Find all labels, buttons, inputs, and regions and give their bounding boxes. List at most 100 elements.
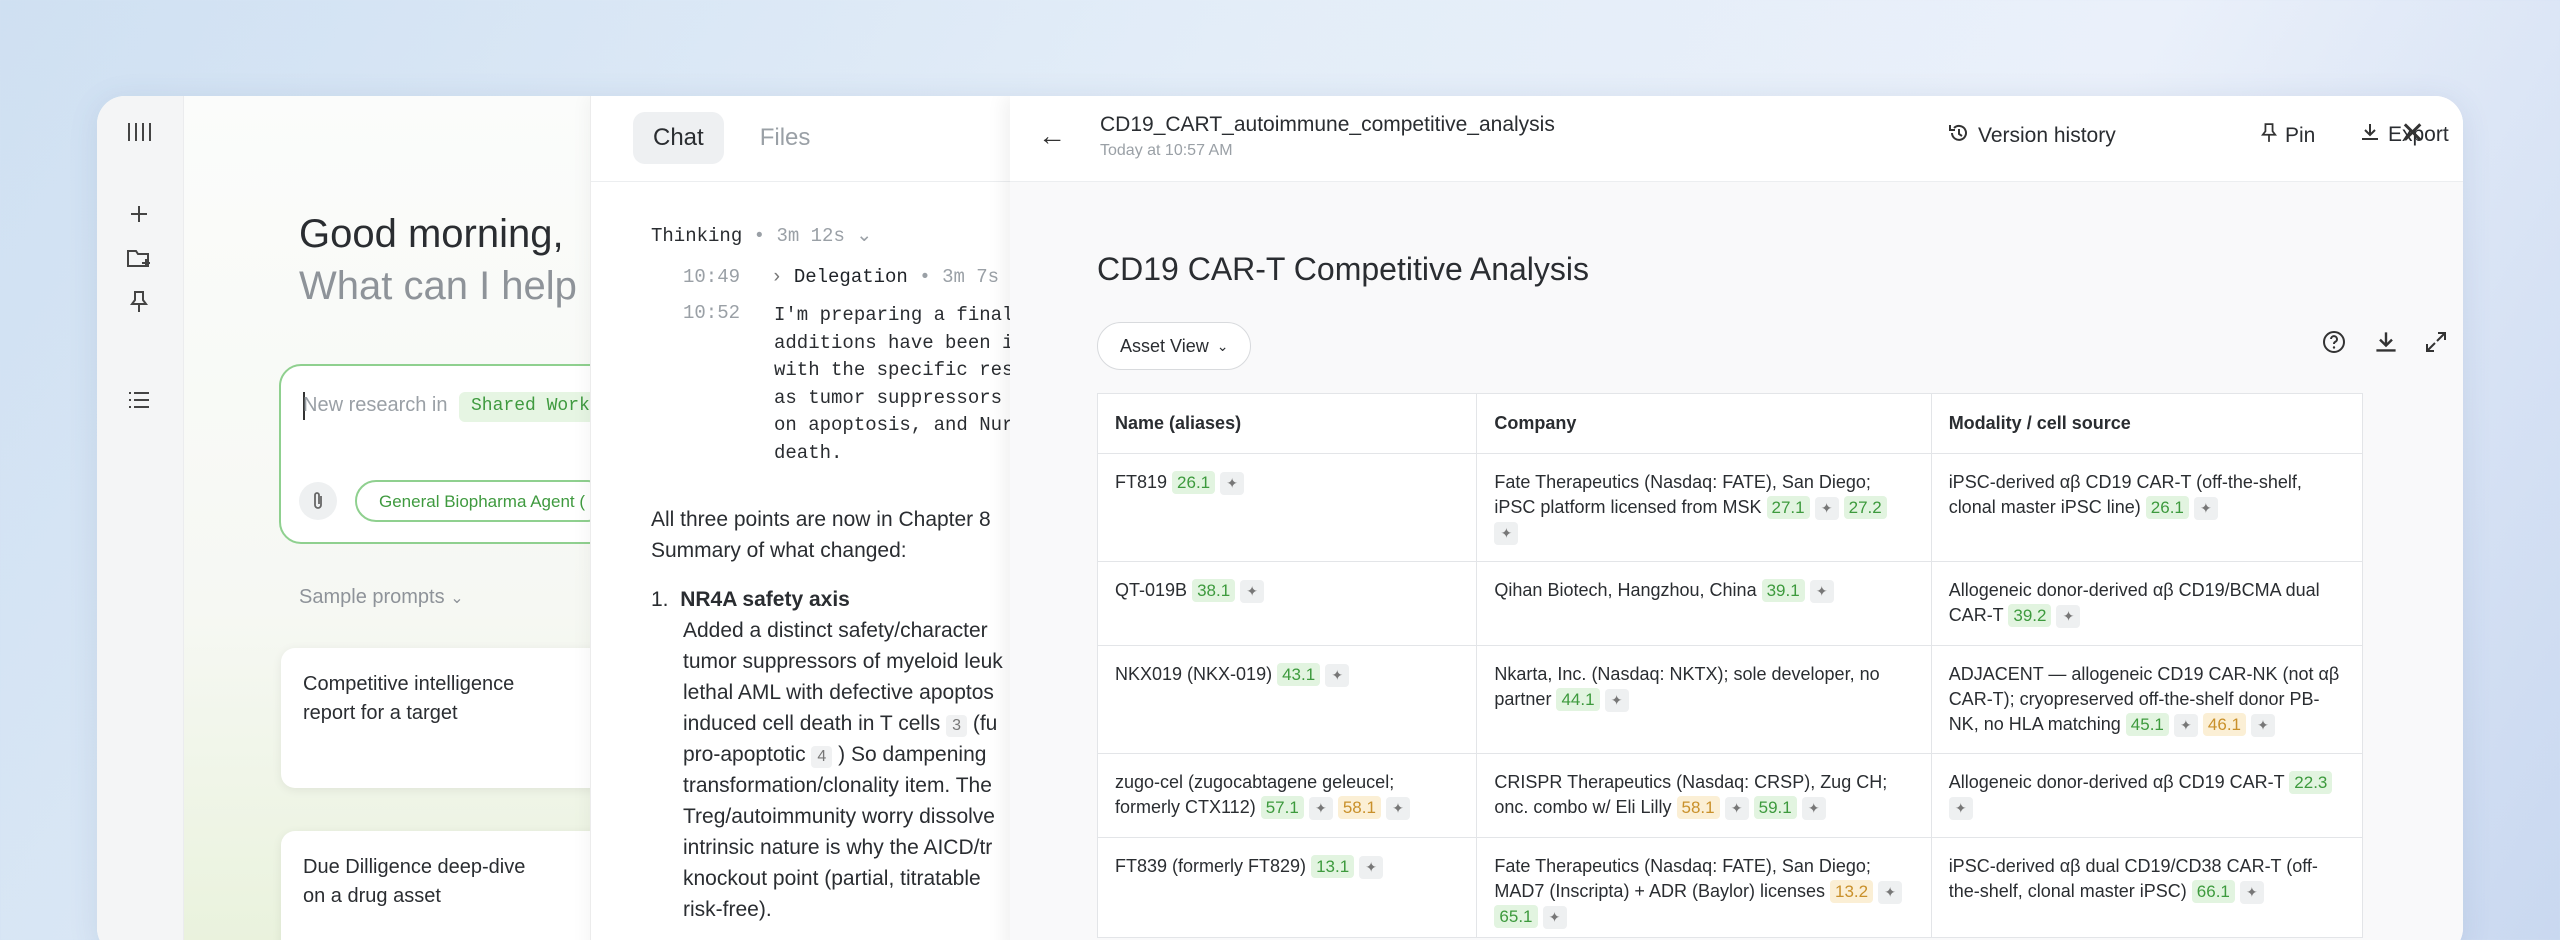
close-icon[interactable]: ✕ [2400,116,2425,151]
score-badge[interactable]: 26.1 [1172,471,1216,494]
score-badge[interactable]: 22.3 [2289,771,2333,794]
citation-badge[interactable]: 4 [811,746,833,768]
sparkle-icon[interactable]: ✦ [1814,497,1839,520]
table-row: zugo-cel (zugocabtagene geleucel; former… [1098,754,2362,838]
score-badge[interactable]: 45.1 [2125,713,2169,736]
sparkle-icon[interactable]: ✦ [1220,472,1245,495]
score-badge[interactable]: 57.1 [1260,796,1304,819]
pin-icon[interactable] [117,284,161,320]
delegation-row[interactable]: 10:49 › Delegation • 3m 7s [683,266,999,288]
row-time: 10:49 [683,266,741,288]
table-cell[interactable]: FT839 (formerly FT829) 13.1 ✦ [1098,838,1478,937]
score-badge[interactable]: 43.1 [1277,663,1321,686]
sparkle-icon[interactable]: ✦ [1325,664,1350,687]
greeting-prompt: What can I help [299,264,577,308]
table-row: FT819 26.1 ✦ Fate Therapeutics (Nasdaq: F… [1098,454,2362,562]
table-cell[interactable]: Nkarta, Inc. (Nasdaq: NKTX); sole develo… [1477,646,1932,753]
score-badge[interactable]: 38.1 [1192,579,1236,602]
pin-icon [2261,122,2277,150]
score-badge[interactable]: 59.1 [1753,796,1797,819]
sparkle-icon[interactable]: ✦ [1724,797,1749,820]
sparkle-icon[interactable]: ✦ [1542,906,1567,929]
column-header[interactable]: Modality / cell source [1932,394,2362,453]
sidebar-toggle-icon[interactable] [117,114,161,150]
card-text: Competitive intelligence report for a ta… [303,673,515,724]
text-line: All three points are now in Chapter 8 [651,508,991,531]
sparkle-icon[interactable]: ✦ [2239,881,2264,904]
agent-selector[interactable]: General Biopharma Agent ( [355,480,610,522]
sparkle-icon[interactable]: ✦ [1878,881,1903,904]
chevron-right-icon: › [771,266,783,288]
column-header[interactable]: Company [1477,394,1932,453]
back-arrow-icon[interactable]: ← [1038,120,1066,152]
sparkle-icon[interactable]: ✦ [1359,856,1384,879]
tab-chat[interactable]: Chat [633,112,724,164]
table-cell[interactable]: Qihan Biotech, Hangzhou, China 39.1 ✦ [1477,562,1932,645]
table-cell[interactable]: zugo-cel (zugocabtagene geleucel; former… [1098,754,1478,837]
table-cell[interactable]: Allogeneic donor-derived αβ CD19/BCMA du… [1932,562,2362,645]
version-history-button[interactable]: Version history [1948,122,2116,150]
chevron-down-icon: ⌄ [1216,337,1229,354]
greeting-title: Good morning, [299,212,564,256]
table-cell[interactable]: iPSC-derived αβ CD19 CAR-T (off-the-shel… [1932,454,2362,561]
sparkle-icon[interactable]: ✦ [2056,605,2081,628]
list-icon[interactable] [117,382,161,418]
sparkle-icon[interactable]: ✦ [1494,522,1519,545]
tab-files[interactable]: Files [740,112,831,164]
table-cell[interactable]: Allogeneic donor-derived αβ CD19 CAR-T 2… [1932,754,2362,837]
sparkle-icon[interactable]: ✦ [1948,797,1973,820]
score-badge[interactable]: 66.1 [2191,880,2235,903]
text-line: death. [774,441,843,464]
score-badge[interactable]: 27.1 [1766,496,1810,519]
text-line: additions have been i [774,331,1014,354]
table-cell[interactable]: Fate Therapeutics (Nasdaq: FATE), San Di… [1477,838,1932,937]
thinking-toggle[interactable]: Thinking • 3m 12s ⌄ [651,224,872,247]
attach-icon[interactable] [299,482,337,520]
sparkle-icon[interactable]: ✦ [1385,797,1410,820]
sparkle-icon[interactable]: ✦ [1240,580,1265,603]
score-badge[interactable]: 46.1 [2202,713,2247,736]
sparkle-icon[interactable]: ✦ [1801,797,1826,820]
score-badge[interactable]: 13.2 [1830,880,1874,903]
score-badge[interactable]: 39.2 [2008,604,2052,627]
message-row: 10:52 [683,302,771,324]
sparkle-icon[interactable]: ✦ [1809,580,1834,603]
score-badge[interactable]: 44.1 [1556,688,1600,711]
score-badge[interactable]: 58.1 [1337,796,1381,819]
sparkle-icon[interactable]: ✦ [2173,714,2198,737]
sparkle-icon[interactable]: ✦ [1604,689,1629,712]
table-cell[interactable]: CRISPR Therapeutics (Nasdaq: CRSP), Zug … [1477,754,1932,837]
help-icon[interactable] [2322,330,2346,361]
sparkle-icon[interactable]: ✦ [2193,497,2218,520]
table-cell[interactable]: Fate Therapeutics (Nasdaq: FATE), San Di… [1477,454,1932,561]
asset-view-dropdown[interactable]: Asset View ⌄ [1097,322,1252,370]
table-cell[interactable]: FT819 26.1 ✦ [1098,454,1478,561]
text-line: induced cell death in T cells [683,712,941,735]
score-badge[interactable]: 65.1 [1494,905,1538,928]
text-line: transformation/clonality item. The [683,774,992,797]
cell-text: Qihan Biotech, Hangzhou, China [1494,580,1757,600]
download-icon[interactable] [2374,330,2398,361]
folder-add-icon[interactable] [117,240,161,276]
citation-badge[interactable]: 3 [946,715,967,737]
column-header[interactable]: Name (aliases) [1098,394,1478,453]
score-badge[interactable]: 13.1 [1311,855,1355,878]
sparkle-icon[interactable]: ✦ [2251,714,2276,737]
score-badge[interactable]: 26.1 [2145,496,2189,519]
table-cell[interactable]: NKX019 (NKX-019) 43.1 ✦ [1098,646,1478,753]
table-cell[interactable]: ADJACENT — allogeneic CD19 CAR-NK (not α… [1932,646,2362,753]
pin-button[interactable]: Pin [2261,122,2315,150]
plus-icon[interactable] [117,196,161,232]
table-row: QT-019B 38.1 ✦ Qihan Biotech, Hangzhou, C… [1098,562,2362,646]
cell-text: FT839 (formerly FT829) [1115,856,1307,876]
sparkle-icon[interactable]: ✦ [1308,797,1333,820]
score-badge[interactable]: 27.2 [1843,496,1887,519]
sample-prompts-toggle[interactable]: Sample prompts ⌄ [299,586,464,609]
table-cell[interactable]: QT-019B 38.1 ✦ [1098,562,1478,645]
score-badge[interactable]: 39.1 [1761,579,1805,602]
cell-text: iPSC-derived αβ CD19 CAR-T (off-the-shel… [1948,472,2302,517]
table-cell[interactable]: iPSC-derived αβ dual CD19/CD38 CAR-T (of… [1932,838,2362,937]
document-title: CD19_CART_autoimmune_competitive_analysi… [1100,113,1555,136]
score-badge[interactable]: 58.1 [1676,796,1720,819]
expand-icon[interactable] [2424,330,2448,361]
